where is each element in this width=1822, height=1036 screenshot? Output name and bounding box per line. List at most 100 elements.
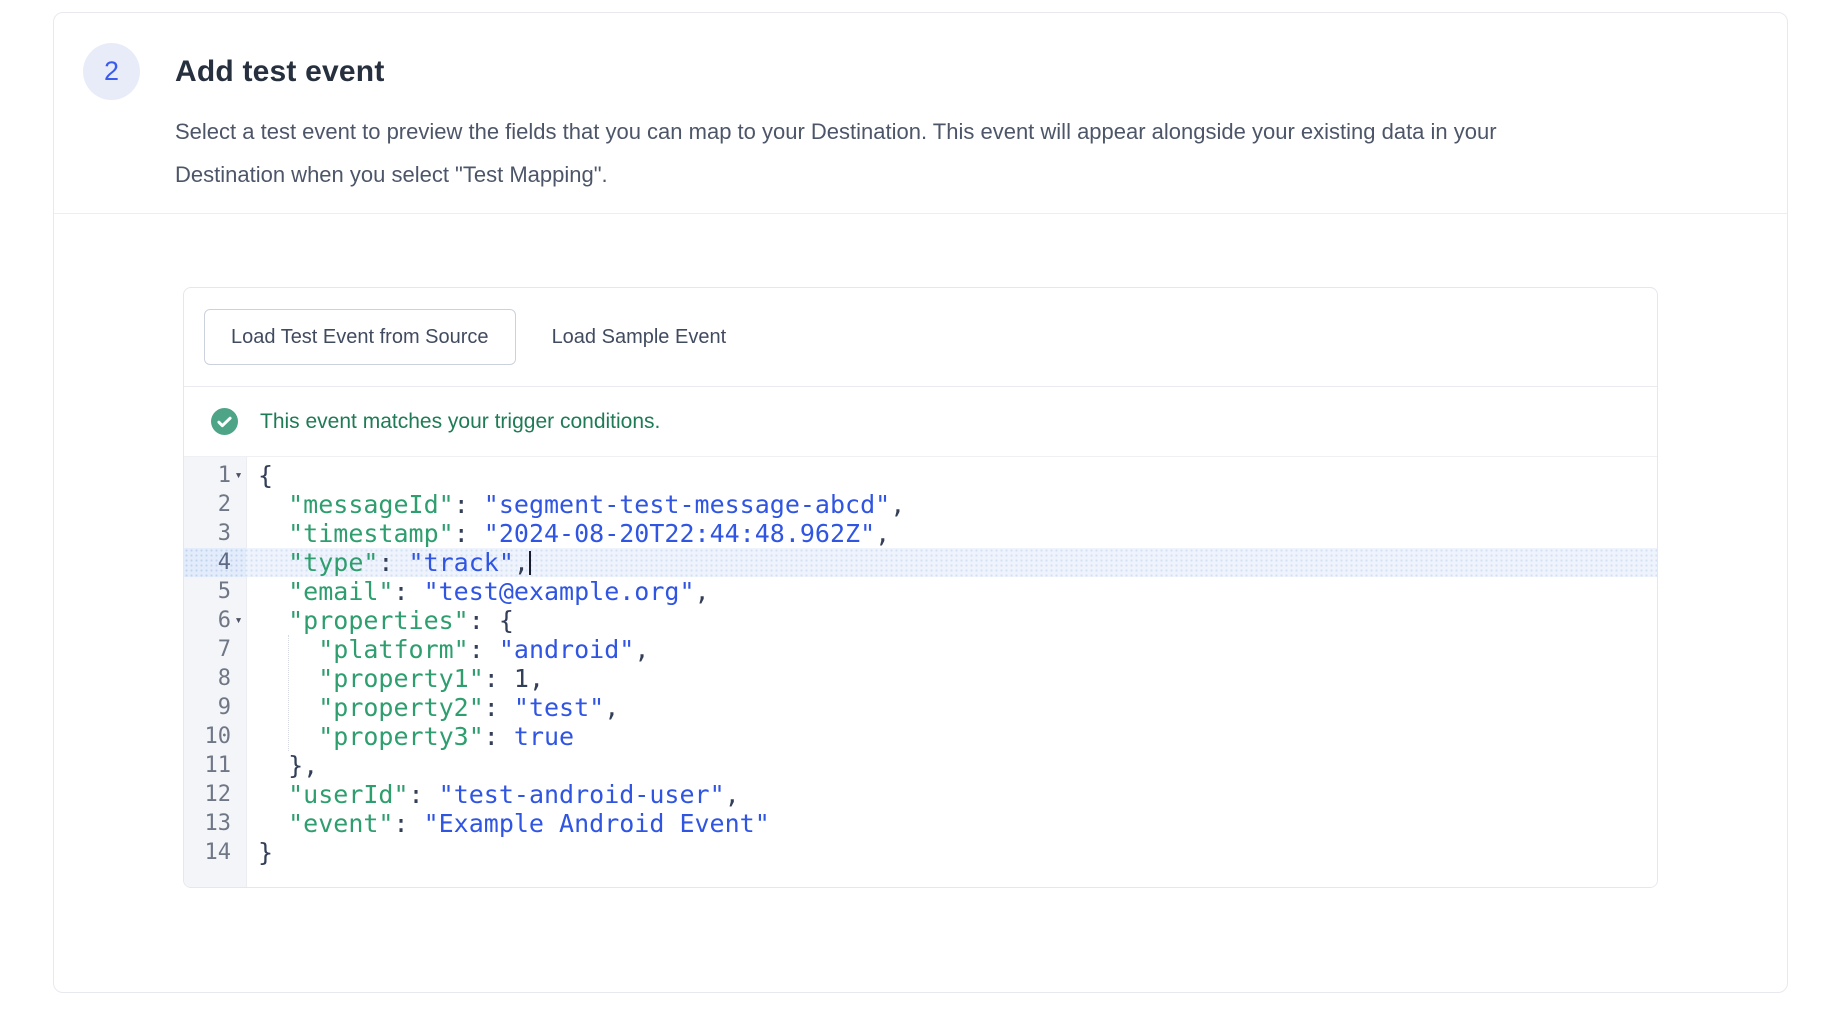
fold-spacer xyxy=(231,751,246,780)
line-number-gutter[interactable]: 9 xyxy=(184,693,246,722)
line-number: 11 xyxy=(184,751,231,780)
code-token: , xyxy=(695,577,710,606)
code-token xyxy=(258,722,318,751)
code-token: "type" xyxy=(288,548,378,577)
code-token: "platform" xyxy=(318,635,469,664)
fold-spacer xyxy=(231,838,246,867)
fold-caret-icon[interactable]: ▾ xyxy=(231,606,246,635)
code-line[interactable]: 11 }, xyxy=(184,751,1657,780)
line-number-gutter[interactable]: 3 xyxy=(184,519,246,548)
line-number-gutter[interactable]: 12 xyxy=(184,780,246,809)
code-token: "Example Android Event" xyxy=(424,809,770,838)
code-line[interactable]: 10 "property3": true xyxy=(184,722,1657,751)
code-token: "property1" xyxy=(318,664,484,693)
code-line[interactable]: 5 "email": "test@example.org", xyxy=(184,577,1657,606)
line-number-gutter[interactable]: 10 xyxy=(184,722,246,751)
line-number: 1 xyxy=(184,461,231,490)
code-line[interactable]: 13 "event": "Example Android Event" xyxy=(184,809,1657,838)
load-test-event-from-source-button[interactable]: Load Test Event from Source xyxy=(204,309,516,365)
code-line[interactable]: 14} xyxy=(184,838,1657,867)
code-token: : xyxy=(454,519,484,548)
load-sample-event-button[interactable]: Load Sample Event xyxy=(526,309,753,365)
code-token xyxy=(258,635,318,664)
line-number-gutter[interactable]: 14 xyxy=(184,838,246,867)
code-token xyxy=(258,577,288,606)
code-line[interactable]: 9 "property2": "test", xyxy=(184,693,1657,722)
line-number: 13 xyxy=(184,809,231,838)
code-token xyxy=(258,751,288,780)
code-token: , xyxy=(875,519,890,548)
add-test-event-card: 2 Add test event Select a test event to … xyxy=(53,12,1788,993)
code-token: , xyxy=(725,780,740,809)
code-line[interactable]: 3 "timestamp": "2024-08-20T22:44:48.962Z… xyxy=(184,519,1657,548)
code-token: "event" xyxy=(288,809,393,838)
code-token: : xyxy=(393,809,423,838)
code-token: , xyxy=(890,490,905,519)
code-token: : xyxy=(469,635,499,664)
code-token: { xyxy=(258,461,273,490)
code-rows: 1▾{2 "messageId": "segment-test-message-… xyxy=(184,457,1657,867)
card-body: Load Test Event from Source Load Sample … xyxy=(54,214,1787,888)
fold-spacer xyxy=(231,577,246,606)
line-number-gutter[interactable]: 7 xyxy=(184,635,246,664)
line-number-gutter[interactable]: 11 xyxy=(184,751,246,780)
code-line[interactable]: 8 "property1": 1, xyxy=(184,664,1657,693)
fold-spacer xyxy=(231,722,246,751)
fold-spacer xyxy=(231,780,246,809)
line-number: 3 xyxy=(184,519,231,548)
fold-caret-icon[interactable]: ▾ xyxy=(231,461,246,490)
code-token: "property3" xyxy=(318,722,484,751)
line-number: 12 xyxy=(184,780,231,809)
line-number-gutter[interactable]: 6▾ xyxy=(184,606,246,635)
step-description-line-1: Select a test event to preview the field… xyxy=(175,110,1731,153)
code-content: "type": "track", xyxy=(246,548,531,577)
code-token: "property2" xyxy=(318,693,484,722)
line-number: 4 xyxy=(184,548,231,577)
line-number-gutter[interactable]: 4 xyxy=(184,548,246,577)
code-token: , xyxy=(514,548,529,577)
line-number-gutter[interactable]: 8 xyxy=(184,664,246,693)
code-token xyxy=(258,780,288,809)
code-token: 1 xyxy=(514,664,529,693)
fold-spacer xyxy=(231,548,246,577)
code-line[interactable]: 1▾ { xyxy=(184,461,1657,490)
code-line[interactable]: 12 "userId": "test-android-user", xyxy=(184,780,1657,809)
code-token xyxy=(258,490,288,519)
code-line[interactable]: 7 "platform": "android", xyxy=(184,635,1657,664)
code-token: , xyxy=(634,635,649,664)
json-code-editor[interactable]: 1▾{2 "messageId": "segment-test-message-… xyxy=(184,457,1657,887)
code-token: "test@example.org" xyxy=(424,577,695,606)
code-line[interactable]: 2 "messageId": "segment-test-message-abc… xyxy=(184,490,1657,519)
fold-spacer xyxy=(231,809,246,838)
line-number-gutter[interactable]: 5 xyxy=(184,577,246,606)
code-token: , xyxy=(529,664,544,693)
line-number: 2 xyxy=(184,490,231,519)
fold-spacer xyxy=(231,664,246,693)
code-token: : xyxy=(409,780,439,809)
code-content: "platform": "android", xyxy=(246,635,649,664)
code-token: "test" xyxy=(514,693,604,722)
line-number: 14 xyxy=(184,838,231,867)
line-number: 7 xyxy=(184,635,231,664)
line-number-gutter[interactable]: 13 xyxy=(184,809,246,838)
line-number-gutter[interactable]: 1▾ xyxy=(184,461,246,490)
step-number-badge: 2 xyxy=(83,43,140,100)
code-content: "event": "Example Android Event" xyxy=(246,809,770,838)
code-token: true xyxy=(514,722,574,751)
step-description-line-2: Destination when you select "Test Mappin… xyxy=(175,153,1731,196)
code-token: : xyxy=(484,693,514,722)
code-token: "track" xyxy=(409,548,514,577)
code-token xyxy=(258,809,288,838)
text-cursor xyxy=(529,551,531,575)
code-line[interactable]: 6▾ "properties": { xyxy=(184,606,1657,635)
line-number-gutter[interactable]: 2 xyxy=(184,490,246,519)
code-line[interactable]: 4 "type": "track", xyxy=(184,548,1657,577)
status-message: This event matches your trigger conditio… xyxy=(260,410,660,434)
code-token xyxy=(258,548,288,577)
code-token: "messageId" xyxy=(288,490,454,519)
code-token: }, xyxy=(288,751,318,780)
code-token: : xyxy=(484,722,514,751)
code-content: } xyxy=(246,838,273,867)
trigger-match-status: This event matches your trigger conditio… xyxy=(184,387,1657,457)
card-header: 2 Add test event Select a test event to … xyxy=(54,13,1787,214)
